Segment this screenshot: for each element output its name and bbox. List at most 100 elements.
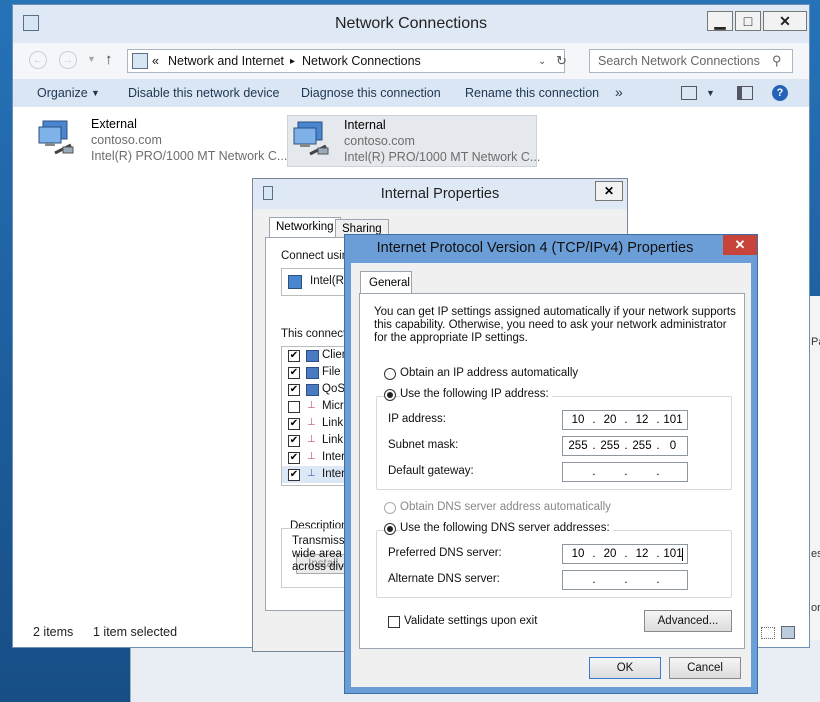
close-button[interactable]: ✕ <box>723 235 757 255</box>
help-icon[interactable]: ? <box>772 85 788 101</box>
ip-address-label: IP address: <box>388 413 446 425</box>
breadcrumb-overflow[interactable]: « <box>152 54 159 68</box>
close-button[interactable]: ✕ <box>595 181 623 201</box>
ip-address-field[interactable]: 10. 20. 12. 101 <box>562 410 688 430</box>
breadcrumb-network-connections[interactable]: Network Connections <box>302 54 421 68</box>
disable-device-button[interactable]: Disable this network device <box>128 86 279 100</box>
breadcrumb-separator-icon[interactable]: ▸ <box>290 56 295 67</box>
recent-dropdown-icon[interactable]: ▼ <box>87 54 96 64</box>
adapter-domain: contoso.com <box>344 134 415 148</box>
adapter-device: Intel(R) PRO/1000 MT Network C... <box>344 150 541 164</box>
address-bar[interactable]: « Network and Internet ▸ Network Connect… <box>127 49 567 73</box>
breadcrumb-network-and-internet[interactable]: Network and Internet <box>168 54 284 68</box>
checkbox[interactable]: ✔ <box>288 435 300 447</box>
checkbox[interactable]: ✔ <box>288 350 300 362</box>
cancel-button[interactable]: Cancel <box>669 657 741 679</box>
list-item[interactable]: ✔ ⊥ Link <box>282 432 350 449</box>
octet[interactable]: 255 <box>597 440 623 452</box>
more-commands-button[interactable]: » <box>615 84 623 100</box>
tab-general[interactable]: General <box>360 271 412 295</box>
components-label: This connecti <box>281 328 349 340</box>
preview-pane-icon[interactable] <box>737 86 753 100</box>
alternate-dns-field[interactable]: . . . <box>562 570 688 590</box>
octet[interactable]: 10 <box>565 548 591 560</box>
checkbox[interactable]: ✔ <box>288 469 300 481</box>
subnet-mask-field[interactable]: 255. 255. 255. 0 <box>562 436 688 456</box>
organize-menu[interactable]: Organize <box>37 86 88 100</box>
description-text: Transmissi <box>292 535 348 547</box>
preferred-dns-field[interactable]: 10. 20. 12. 101 <box>562 544 688 564</box>
tab-networking[interactable]: Networking <box>269 217 341 239</box>
component-label: Inter <box>322 468 346 480</box>
octet[interactable]: 20 <box>597 414 623 426</box>
list-item[interactable]: ✔ ⊥ Inter <box>282 466 350 483</box>
search-icon[interactable]: ⚲ <box>772 53 782 69</box>
list-item[interactable]: ✔ Clien <box>282 347 350 364</box>
dns-auto-label[interactable]: Obtain DNS server address automatically <box>400 501 611 513</box>
diagnose-connection-button[interactable]: Diagnose this connection <box>301 86 441 100</box>
checkbox[interactable]: ✔ <box>288 367 300 379</box>
minimize-button[interactable]: ▁ <box>707 11 733 31</box>
chevron-down-icon[interactable]: ⌄ <box>538 56 546 67</box>
title-bar[interactable]: Network Connections ▁ □ ✕ <box>13 5 809 43</box>
adapter-domain: contoso.com <box>91 133 162 147</box>
octet[interactable]: 12 <box>629 414 655 426</box>
back-arrow-icon[interactable]: ← <box>29 51 47 69</box>
search-input[interactable]: Search Network Connections <box>598 54 760 68</box>
maximize-button[interactable]: □ <box>735 11 761 31</box>
protocol-icon: ⊥ <box>307 451 316 462</box>
refresh-icon[interactable]: ↻ <box>556 53 567 69</box>
up-arrow-icon[interactable]: ↑ <box>105 51 113 68</box>
list-item[interactable]: ✔ ⊥ Inter <box>282 449 350 466</box>
validate-label[interactable]: Validate settings upon exit <box>404 615 537 627</box>
octet[interactable]: 255 <box>565 440 591 452</box>
adapter-name: External <box>91 117 137 131</box>
checkbox[interactable]: ✔ <box>288 384 300 396</box>
dns-manual-radio[interactable] <box>384 523 396 535</box>
service-icon <box>306 384 319 396</box>
view-options-icon[interactable] <box>681 86 697 100</box>
list-item[interactable]: ✔ QoS <box>282 381 350 398</box>
list-item[interactable]: ✔ ⊥ Link <box>282 415 350 432</box>
component-label: Micr <box>322 400 344 412</box>
list-item[interactable]: ⊥ Micr <box>282 398 350 415</box>
background-text: Pa <box>811 336 820 348</box>
adapter-external[interactable]: External contoso.com Intel(R) PRO/1000 M… <box>33 115 287 167</box>
ok-button[interactable]: OK <box>589 657 661 679</box>
octet[interactable]: 12 <box>629 548 655 560</box>
large-icons-view-icon[interactable] <box>781 626 795 639</box>
chevron-down-icon[interactable]: ▼ <box>91 88 100 98</box>
octet[interactable]: 20 <box>597 548 623 560</box>
octet[interactable]: 0 <box>660 440 686 452</box>
chevron-down-icon[interactable]: ▼ <box>706 88 715 98</box>
octet[interactable]: 10 <box>565 414 591 426</box>
adapter-internal[interactable]: Internal contoso.com Intel(R) PRO/1000 M… <box>287 115 541 167</box>
ip-manual-label[interactable]: Use the following IP address: <box>400 388 552 400</box>
advanced-button[interactable]: Advanced... <box>644 610 732 632</box>
item-count: 2 items <box>33 625 74 639</box>
checkbox[interactable]: ✔ <box>288 418 300 430</box>
title-bar[interactable]: Internal Properties ✕ <box>253 179 627 209</box>
window-title: Network Connections <box>334 15 488 32</box>
octet[interactable]: 255 <box>629 440 655 452</box>
validate-checkbox[interactable] <box>388 616 400 628</box>
description-text: across dive <box>292 561 351 573</box>
close-button[interactable]: ✕ <box>763 11 807 31</box>
ip-auto-label[interactable]: Obtain an IP address automatically <box>400 367 578 379</box>
octet[interactable]: 101 <box>660 414 686 426</box>
checkbox[interactable] <box>288 401 300 413</box>
component-label: Link <box>322 417 344 429</box>
search-box[interactable]: Search Network Connections ⚲ <box>589 49 793 73</box>
forward-arrow-icon[interactable]: → <box>59 51 77 69</box>
dns-manual-label[interactable]: Use the following DNS server addresses: <box>400 522 613 534</box>
list-item[interactable]: ✔ File a <box>282 364 350 381</box>
ip-auto-radio[interactable] <box>384 368 396 380</box>
rename-connection-button[interactable]: Rename this connection <box>465 86 599 100</box>
command-bar: Organize ▼ Disable this network device D… <box>13 79 809 107</box>
ip-manual-radio[interactable] <box>384 389 396 401</box>
default-gateway-field[interactable]: . . . <box>562 462 688 482</box>
details-view-icon[interactable] <box>761 627 775 639</box>
dns-auto-radio[interactable] <box>384 502 396 514</box>
checkbox[interactable]: ✔ <box>288 452 300 464</box>
navigation-bar: ← → ▼ ↑ « Network and Internet ▸ Network… <box>13 43 809 79</box>
